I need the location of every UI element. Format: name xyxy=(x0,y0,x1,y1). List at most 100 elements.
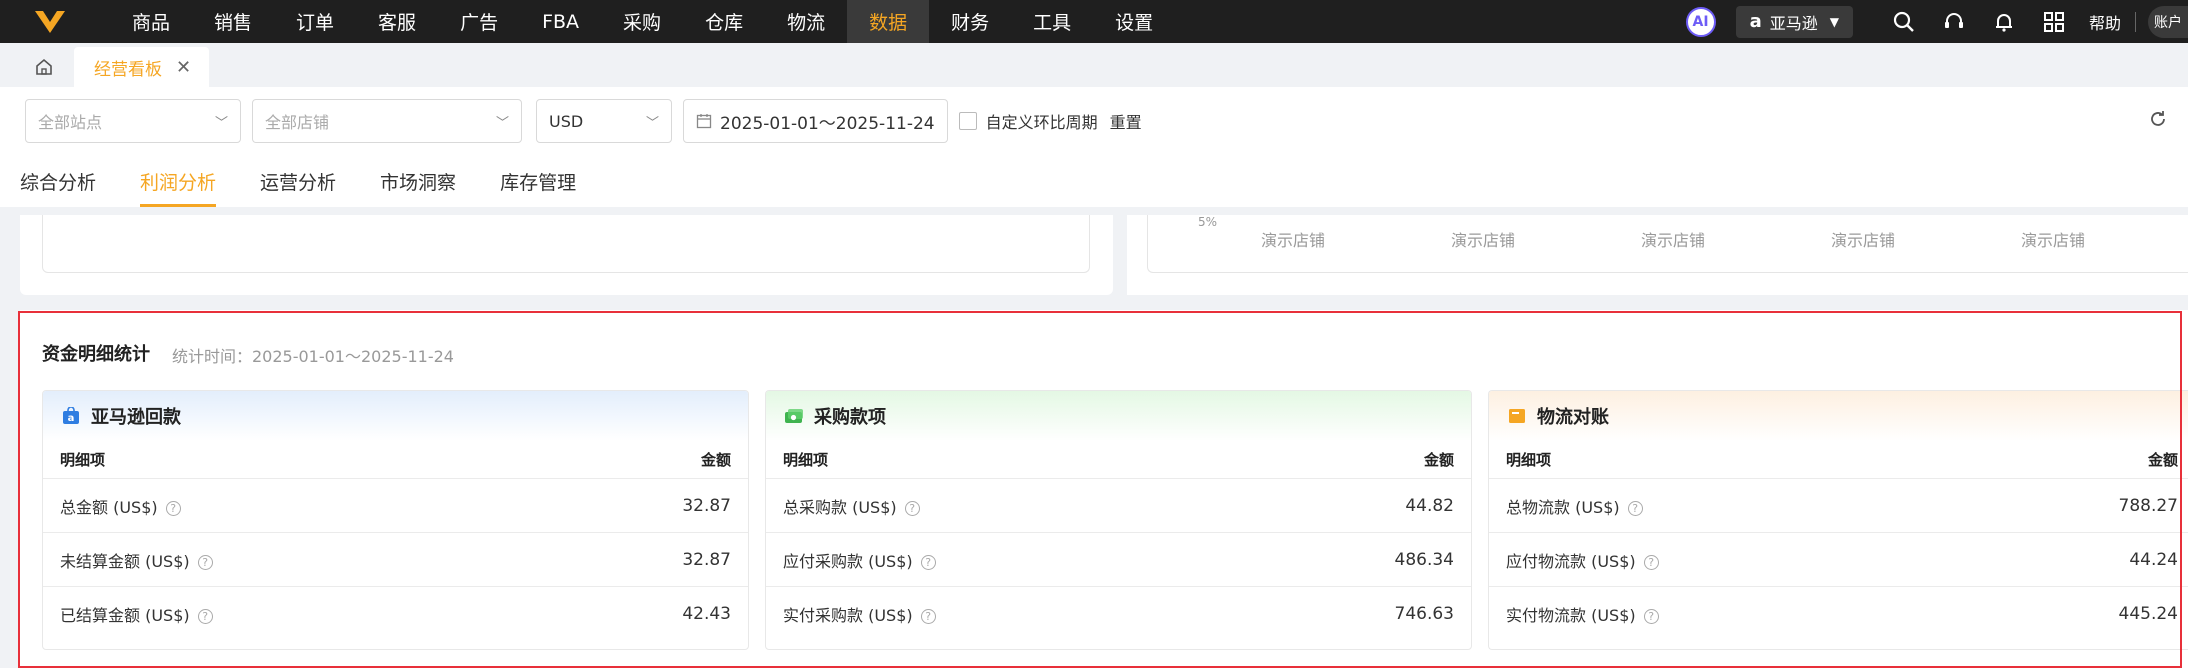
help-icon[interactable]: ? xyxy=(197,554,213,570)
search-icon[interactable] xyxy=(1891,9,1917,35)
analysis-tabs: 综合分析 利润分析 运营分析 市场洞察 库存管理 xyxy=(0,155,2188,207)
refresh-icon[interactable] xyxy=(2148,109,2168,133)
fund-detail-panel: 资金明细统计 统计时间：2025-01-01～2025-11-24 a 亚马逊回… xyxy=(20,310,2188,668)
help-icon[interactable]: ? xyxy=(1643,554,1659,570)
date-range-picker[interactable]: 2025-01-01～2025-11-24 xyxy=(683,99,948,143)
nav-item-fba[interactable]: FBA xyxy=(520,0,601,43)
tab-inventory[interactable]: 库存管理 xyxy=(500,155,576,207)
nav-divider xyxy=(2135,11,2136,32)
nav-item-customer-service[interactable]: 客服 xyxy=(356,0,438,43)
close-icon[interactable]: ✕ xyxy=(176,57,191,78)
nav-item-orders[interactable]: 订单 xyxy=(274,0,356,43)
table-header: 明细项 金额 xyxy=(766,441,1471,479)
help-icon[interactable]: ? xyxy=(904,500,920,516)
tab-label: 经营看板 xyxy=(94,59,162,80)
reset-button[interactable]: 重置 xyxy=(1110,109,1142,133)
chevron-down-icon: ﹀ xyxy=(645,115,659,131)
x-tick-label: 演示店铺 xyxy=(1831,231,1896,250)
row-value: 44.82 xyxy=(1405,495,1454,516)
nav-item-finance[interactable]: 财务 xyxy=(929,0,1011,43)
tab-dashboard[interactable]: 经营看板 ✕ xyxy=(74,47,210,87)
row-label: 未结算金额 (US$) xyxy=(60,551,190,571)
caret-down-icon: ▼ xyxy=(1829,14,1839,29)
checkbox-box[interactable] xyxy=(958,112,977,130)
col-item: 明细项 xyxy=(1506,451,1552,469)
chevron-down-icon: ﹀ xyxy=(495,115,509,131)
card-header: 物流对账 xyxy=(1489,391,2188,441)
help-icon[interactable]: ? xyxy=(165,500,181,516)
row-label: 应付采购款 (US$) xyxy=(783,551,913,571)
chevron-down-icon: ﹀ xyxy=(214,115,228,131)
help-icon[interactable]: ? xyxy=(920,609,936,624)
home-icon[interactable] xyxy=(22,47,66,87)
nav-item-sales[interactable]: 销售 xyxy=(192,0,274,43)
nav-item-data[interactable]: 数据 xyxy=(847,0,930,43)
row-value: 32.87 xyxy=(682,495,731,516)
site-select-value: 全部站点 xyxy=(38,113,103,132)
tab-market-insight[interactable]: 市场洞察 xyxy=(380,155,456,207)
chart-area-fragment: 5% 演示店铺 演示店铺 演示店铺 演示店铺 演示店铺 xyxy=(1147,215,2188,273)
svg-text:a: a xyxy=(68,413,75,424)
nav-item-products[interactable]: 商品 xyxy=(110,0,192,43)
row-value: 42.43 xyxy=(682,604,731,624)
table-row: 总物流款 (US$)? 788.27 xyxy=(1489,479,2188,533)
site-select[interactable]: 全部站点 ﹀ xyxy=(25,99,241,143)
tab-overview[interactable]: 综合分析 xyxy=(20,155,96,207)
row-value: 445.24 xyxy=(2118,604,2178,624)
col-item: 明细项 xyxy=(60,451,106,469)
stat-time: 统计时间：2025-01-01～2025-11-24 xyxy=(172,347,454,366)
date-range-value: 2025-01-01～2025-11-24 xyxy=(720,113,935,134)
help-link[interactable]: 帮助 xyxy=(2089,10,2121,34)
logo-icon[interactable] xyxy=(28,0,72,43)
tab-operations[interactable]: 运营分析 xyxy=(260,155,336,207)
headset-icon[interactable] xyxy=(1941,9,1967,35)
account-button[interactable]: 账户 xyxy=(2148,5,2188,38)
help-icon[interactable]: ? xyxy=(1643,609,1659,624)
top-nav: 商品 销售 订单 客服 广告 FBA 采购 仓库 物流 数据 财务 工具 设置 … xyxy=(0,0,2188,43)
box-icon xyxy=(1507,406,1527,426)
nav-item-tools[interactable]: 工具 xyxy=(1011,0,1093,43)
filter-bar: 全部站点 ﹀ 全部店铺 ﹀ USD ﹀ 2025-01-01～2025-11-2… xyxy=(0,87,2188,155)
row-value: 486.34 xyxy=(1394,549,1454,570)
row-label: 总采购款 (US$) xyxy=(783,497,897,517)
help-icon[interactable]: ? xyxy=(197,609,213,624)
row-value: 788.27 xyxy=(2118,495,2178,516)
bell-icon[interactable] xyxy=(1991,9,2017,35)
x-tick-label: 演示店铺 xyxy=(1451,231,1516,250)
col-item: 明细项 xyxy=(783,451,829,469)
ai-assistant-button[interactable]: AI xyxy=(1685,6,1716,37)
card-title: 亚马逊回款 xyxy=(91,407,181,428)
nav-item-warehouse[interactable]: 仓库 xyxy=(683,0,765,43)
apps-grid-icon[interactable] xyxy=(2041,9,2067,35)
x-tick-label: 演示店铺 xyxy=(1641,231,1706,250)
row-label: 应付物流款 (US$) xyxy=(1506,551,1636,571)
table-row: 总金额 (US$)? 32.87 xyxy=(43,479,748,533)
nav-item-ads[interactable]: 广告 xyxy=(438,0,520,43)
tab-profit-analysis[interactable]: 利润分析 xyxy=(140,155,217,207)
card-header: a 亚马逊回款 xyxy=(43,391,748,441)
purchase-payment-card: 采购款项 明细项 金额 总采购款 (US$)? 44.82 应付采购款 (US$… xyxy=(765,390,1472,650)
row-value: 746.63 xyxy=(1394,604,1454,624)
table-row: 总采购款 (US$)? 44.82 xyxy=(766,479,1471,533)
nav-item-logistics[interactable]: 物流 xyxy=(765,0,847,43)
currency-select[interactable]: USD ﹀ xyxy=(536,99,672,143)
col-amount: 金额 xyxy=(1423,451,1454,469)
store-selector[interactable]: a 亚马逊 ▼ xyxy=(1735,5,1853,38)
row-label: 已结算金额 (US$) xyxy=(60,606,190,625)
row-label: 实付物流款 (US$) xyxy=(1506,606,1636,625)
row-label: 总物流款 (US$) xyxy=(1506,497,1620,517)
calendar-icon xyxy=(696,114,712,129)
nav-item-settings[interactable]: 设置 xyxy=(1093,0,1175,43)
table-header: 明细项 金额 xyxy=(43,441,748,479)
shop-select[interactable]: 全部店铺 ﹀ xyxy=(252,99,522,143)
nav-item-purchase[interactable]: 采购 xyxy=(601,0,683,43)
x-tick-label: 演示店铺 xyxy=(2021,231,2086,250)
main-menu: 商品 销售 订单 客服 广告 FBA 采购 仓库 物流 数据 财务 工具 设置 xyxy=(110,0,1175,43)
custom-compare-checkbox[interactable]: 自定义环比周期 xyxy=(958,109,1098,133)
table-row: 应付采购款 (US$)? 486.34 xyxy=(766,533,1471,587)
logistics-reconciliation-card: 物流对账 明细项 金额 总物流款 (US$)? 788.27 应付物流款 (US… xyxy=(1488,390,2188,650)
left-card-fragment xyxy=(20,215,1113,295)
help-icon[interactable]: ? xyxy=(1627,500,1643,516)
help-icon[interactable]: ? xyxy=(920,554,936,570)
shop-select-value: 全部店铺 xyxy=(265,113,330,132)
